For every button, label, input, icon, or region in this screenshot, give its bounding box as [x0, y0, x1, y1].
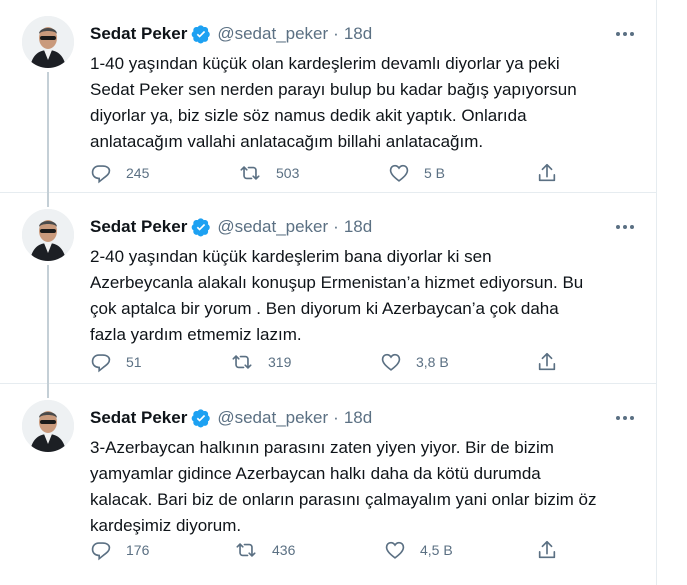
tweet-text: 1-40 yaşından küçük olan kardeşlerim dev…	[90, 54, 577, 151]
avatar[interactable]	[22, 16, 74, 68]
reply-icon	[91, 542, 111, 561]
tweet-actions: 176 436 4,5 B	[90, 537, 560, 563]
share-icon	[538, 352, 556, 371]
tweet-2[interactable]: Sedat Peker @sedat_peker · 18d 2-40 yaşı…	[0, 193, 656, 384]
like-count: 4,5 B	[420, 542, 453, 558]
reply-button[interactable]: 176	[90, 537, 149, 563]
heart-icon	[381, 353, 401, 371]
retweet-icon	[236, 543, 256, 557]
tweet-actions: 51 319 3,8 B	[90, 349, 560, 375]
like-count: 3,8 B	[416, 354, 449, 370]
verified-badge-icon	[191, 217, 211, 237]
reply-count: 245	[126, 165, 150, 181]
more-icon[interactable]	[614, 23, 636, 45]
separator-dot: ·	[333, 217, 339, 236]
tweet-actions: 245 503 5 B	[90, 160, 560, 186]
share-icon	[538, 163, 556, 182]
avatar[interactable]	[22, 400, 74, 452]
tweet-header: Sedat Peker @sedat_peker · 18d	[90, 22, 636, 46]
reply-icon	[91, 354, 111, 373]
thread-connector-line	[47, 265, 49, 384]
tweet-timestamp[interactable]: 18d	[344, 217, 372, 237]
avatar-portrait-icon	[22, 400, 74, 452]
thread-connector-line	[47, 384, 49, 398]
like-button[interactable]: 3,8 B	[380, 349, 449, 375]
tweet-timestamp[interactable]: 18d	[344, 24, 372, 44]
retweet-icon	[240, 166, 260, 180]
thread-connector-line	[47, 193, 49, 207]
like-button[interactable]: 5 B	[388, 160, 445, 186]
tweet-header: Sedat Peker @sedat_peker · 18d	[90, 406, 636, 430]
retweet-count: 503	[276, 165, 300, 181]
like-count: 5 B	[424, 165, 446, 181]
tweet-header: Sedat Peker @sedat_peker · 18d	[90, 215, 636, 239]
tweet-text: 3-Azerbaycan halkının parasını zaten yiy…	[90, 438, 597, 535]
more-icon[interactable]	[614, 216, 636, 238]
retweet-count: 319	[268, 354, 292, 370]
reply-icon	[91, 165, 111, 184]
retweet-button[interactable]: 319	[230, 349, 291, 375]
avatar-portrait-icon	[22, 209, 74, 261]
reply-count: 51	[126, 354, 142, 370]
more-icon[interactable]	[614, 407, 636, 429]
retweet-button[interactable]: 503	[238, 160, 299, 186]
share-button[interactable]	[536, 349, 558, 375]
separator-dot: ·	[333, 408, 339, 427]
reply-count: 176	[126, 542, 150, 558]
heart-icon	[385, 541, 405, 559]
like-button[interactable]: 4,5 B	[384, 537, 453, 563]
tweet-thread: Sedat Peker @sedat_peker · 18d 1-40 yaşı…	[0, 0, 657, 585]
author-name[interactable]: Sedat Peker	[90, 24, 187, 44]
verified-badge-icon	[191, 24, 211, 44]
thread-connector-line	[47, 72, 49, 193]
author-handle[interactable]: @sedat_peker	[217, 24, 328, 44]
tweet-thread-page: Sedat Peker @sedat_peker · 18d 1-40 yaşı…	[0, 0, 687, 585]
tweet-timestamp[interactable]: 18d	[344, 408, 372, 428]
author-handle[interactable]: @sedat_peker	[217, 408, 328, 428]
share-button[interactable]	[536, 537, 558, 563]
author-name[interactable]: Sedat Peker	[90, 217, 187, 237]
verified-badge-icon	[191, 408, 211, 428]
tweet-1[interactable]: Sedat Peker @sedat_peker · 18d 1-40 yaşı…	[0, 0, 656, 193]
avatar-portrait-icon	[22, 16, 74, 68]
retweet-icon	[232, 355, 252, 369]
author-handle[interactable]: @sedat_peker	[217, 217, 328, 237]
avatar[interactable]	[22, 209, 74, 261]
share-icon	[538, 540, 556, 559]
share-button[interactable]	[536, 160, 558, 186]
author-name[interactable]: Sedat Peker	[90, 408, 187, 428]
separator-dot: ·	[333, 24, 339, 43]
heart-icon	[389, 164, 409, 182]
reply-button[interactable]: 245	[90, 160, 149, 186]
retweet-button[interactable]: 436	[234, 537, 295, 563]
tweet-text: 2-40 yaşından küçük kardeşlerim bana diy…	[90, 247, 584, 344]
retweet-count: 436	[272, 542, 296, 558]
reply-button[interactable]: 51	[90, 349, 142, 375]
tweet-3[interactable]: Sedat Peker @sedat_peker · 18d 3-Azerbay…	[0, 384, 656, 577]
